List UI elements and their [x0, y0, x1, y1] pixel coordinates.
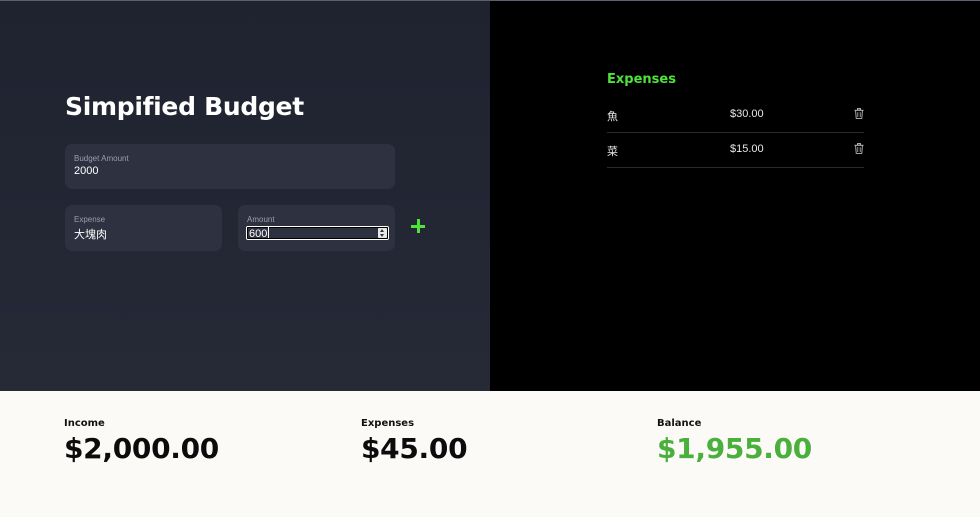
spinner-down-icon[interactable]	[380, 234, 384, 237]
income-label: Income	[64, 418, 105, 429]
budget-amount-value[interactable]: 2000	[74, 165, 98, 177]
expense-amount-value: 600	[249, 228, 268, 240]
expenses-heading: Expenses	[607, 72, 676, 87]
expense-list-item: 菜 $15.00	[607, 133, 864, 168]
expense-item-name: 菜	[607, 145, 618, 158]
expense-item-amount: $15.00	[730, 143, 764, 155]
text-caret	[268, 227, 270, 238]
budget-form-panel	[0, 1, 490, 391]
expense-item-amount: $30.00	[730, 108, 764, 120]
expense-name-label: Expense	[74, 215, 106, 224]
budget-amount-label: Budget Amount	[74, 154, 129, 163]
expense-amount-field[interactable]: Amount 600	[238, 205, 395, 251]
trash-icon[interactable]	[854, 108, 864, 119]
expense-item-name: 魚	[607, 110, 618, 123]
expenses-panel	[490, 1, 980, 391]
spinner-up-icon[interactable]	[380, 229, 384, 232]
balance-value: $1,955.00	[657, 432, 812, 465]
expenses-total-value: $45.00	[361, 432, 468, 465]
number-spinner[interactable]	[378, 228, 387, 238]
expenses-total-label: Expenses	[361, 418, 415, 429]
trash-icon[interactable]	[854, 143, 864, 154]
budget-amount-field[interactable]: Budget Amount 2000	[65, 144, 395, 189]
balance-label: Balance	[657, 418, 702, 429]
expense-list-item: 魚 $30.00	[607, 98, 864, 133]
page-title: Simpified Budget	[65, 92, 304, 121]
income-value: $2,000.00	[64, 432, 219, 465]
expense-name-value[interactable]: 大塊肉	[74, 226, 107, 242]
expense-amount-label: Amount	[247, 215, 275, 224]
expense-name-field[interactable]: Expense 大塊肉	[65, 205, 222, 251]
expense-amount-input[interactable]: 600	[246, 226, 389, 240]
add-expense-button[interactable]	[409, 217, 427, 235]
